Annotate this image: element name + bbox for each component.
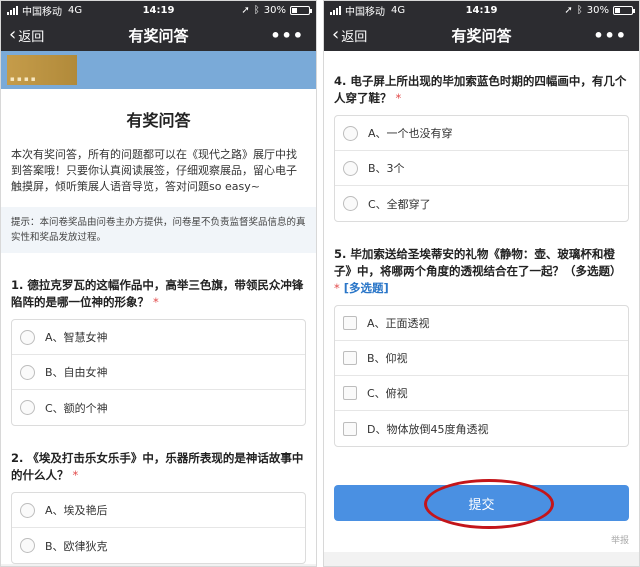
battery-icon bbox=[290, 5, 312, 15]
question-1-title: 1. 德拉克罗瓦的这幅作品中，高举三色旗，带领民众冲锋陷阵的是哪一位神的形象？ … bbox=[11, 253, 306, 319]
header-banner: ▪ ▪ ▪ ▪ bbox=[1, 51, 316, 89]
nav-bar: ‹ 返回 有奖问答 ••• bbox=[324, 19, 639, 51]
more-menu-button[interactable]: ••• bbox=[593, 26, 639, 45]
q4-option-b[interactable]: B、3个 bbox=[335, 151, 628, 186]
battery-percent: 30% bbox=[263, 4, 286, 16]
status-bar: 中国移动 4G 14:19 ➚ ᛒ 30% bbox=[324, 1, 639, 19]
q4-option-c[interactable]: C、全都穿了 bbox=[335, 186, 628, 221]
question-2-title: 2. 《埃及打击乐女乐手》中，乐器所表现的是神话故事中的什么人？ * bbox=[11, 426, 306, 492]
q5-option-d[interactable]: D、物体放倒45度角透视 bbox=[335, 411, 628, 446]
option-label: C、俯视 bbox=[367, 387, 408, 400]
option-label: C、全都穿了 bbox=[368, 197, 431, 211]
q5-option-a[interactable]: A、正面透视 bbox=[335, 306, 628, 341]
submit-button[interactable]: 提交 bbox=[334, 485, 629, 521]
nav-bar: ‹ 返回 有奖问答 ••• bbox=[1, 19, 316, 51]
multi-select-tag: [多选题] bbox=[343, 281, 389, 295]
notice-text: 本问卷奖品由问卷主办方提供，问卷星不负责监督奖品信息的真实性和奖品发放过程。 bbox=[11, 217, 306, 243]
question-4-title: 4. 电子屏上所出现的毕加索蓝色时期的四幅画中，有几个人穿了鞋？ * bbox=[334, 51, 629, 115]
back-label: 返回 bbox=[18, 29, 45, 45]
q2-option-b[interactable]: B、欧律狄克 bbox=[12, 528, 305, 563]
question-5-text: 5. 毕加索送给圣埃蒂安的礼物《静物：壶、玻璃杯和橙子》中，将哪两个角度的透视结… bbox=[334, 247, 622, 278]
intro-text: 本次有奖问答，所有的问题都可以在《现代之路》展厅中找到答案哦！只要你认真阅读展签… bbox=[11, 148, 297, 193]
back-label: 返回 bbox=[341, 29, 368, 45]
location-icon: ➚ bbox=[241, 4, 250, 16]
q1-option-a[interactable]: A、智慧女神 bbox=[12, 320, 305, 355]
chevron-left-icon: ‹ bbox=[332, 24, 340, 45]
option-label: C、额的个神 bbox=[45, 401, 108, 415]
radio-button[interactable] bbox=[20, 329, 35, 345]
checkbox[interactable] bbox=[343, 316, 357, 330]
notice-box: 提示：本问卷奖品由问卷主办方提供，问卷星不负责监督奖品信息的真实性和奖品发放过程… bbox=[1, 207, 316, 253]
question-2-text: 2. 《埃及打击乐女乐手》中，乐器所表现的是神话故事中的什么人？ bbox=[11, 451, 304, 482]
nav-title: 有奖问答 bbox=[451, 26, 512, 45]
status-bar: 中国移动 4G 14:19 ➚ ᛒ 30% bbox=[1, 1, 316, 19]
q2-option-a[interactable]: A、埃及艳后 bbox=[12, 493, 305, 528]
radio-button[interactable] bbox=[343, 160, 358, 176]
q1-option-c[interactable]: C、额的个神 bbox=[12, 390, 305, 425]
question-5-options: A、正面透视 B、仰视 C、俯视 D、物体放倒45度角透视 bbox=[334, 305, 629, 447]
battery-percent: 30% bbox=[586, 4, 609, 16]
left-screen: 中国移动 4G 14:19 ➚ ᛒ 30% ‹ 返回 有奖问答 ••• ▪ ▪ … bbox=[0, 0, 317, 567]
survey-content: 4. 电子屏上所出现的毕加索蓝色时期的四幅画中，有几个人穿了鞋？ * A、一个也… bbox=[324, 51, 639, 552]
question-4-options: A、一个也没有穿 B、3个 C、全都穿了 bbox=[334, 115, 629, 222]
back-button[interactable]: ‹ 返回 bbox=[324, 26, 367, 45]
option-label: A、一个也没有穿 bbox=[368, 127, 453, 140]
more-menu-button[interactable]: ••• bbox=[270, 26, 316, 45]
q4-option-a[interactable]: A、一个也没有穿 bbox=[335, 116, 628, 151]
radio-button[interactable] bbox=[20, 502, 35, 518]
option-label: A、正面透视 bbox=[367, 317, 430, 330]
required-mark: * bbox=[72, 468, 79, 482]
notice-label: 提示： bbox=[11, 217, 40, 228]
option-label: A、埃及艳后 bbox=[45, 504, 108, 517]
option-label: B、仰视 bbox=[367, 352, 408, 365]
bluetooth-icon: ᛒ bbox=[253, 4, 260, 16]
museum-logo: ▪ ▪ ▪ ▪ bbox=[7, 55, 77, 85]
radio-button[interactable] bbox=[20, 364, 35, 380]
q5-option-c[interactable]: C、俯视 bbox=[335, 376, 628, 411]
page-title: 有奖问答 bbox=[126, 111, 191, 130]
radio-button[interactable] bbox=[343, 125, 358, 141]
q5-option-b[interactable]: B、仰视 bbox=[335, 341, 628, 376]
checkbox[interactable] bbox=[343, 386, 357, 400]
chevron-left-icon: ‹ bbox=[9, 24, 17, 45]
survey-content: 有奖问答 本次有奖问答，所有的问题都可以在《现代之路》展厅中找到答案哦！只要你认… bbox=[1, 89, 316, 564]
radio-button[interactable] bbox=[20, 538, 35, 553]
checkbox[interactable] bbox=[343, 351, 357, 365]
nav-title: 有奖问答 bbox=[128, 26, 189, 45]
battery-icon bbox=[613, 5, 635, 15]
question-2-options: A、埃及艳后 B、欧律狄克 bbox=[11, 492, 306, 564]
question-4-text: 4. 电子屏上所出现的毕加索蓝色时期的四幅画中，有几个人穿了鞋？ bbox=[334, 74, 627, 105]
back-button[interactable]: ‹ 返回 bbox=[1, 26, 44, 45]
option-label: D、物体放倒45度角透视 bbox=[367, 422, 489, 436]
option-label: B、欧律狄克 bbox=[45, 539, 108, 553]
question-1-options: A、智慧女神 B、自由女神 C、额的个神 bbox=[11, 319, 306, 426]
report-link[interactable]: 举报 bbox=[334, 521, 629, 552]
option-label: B、3个 bbox=[368, 162, 405, 175]
required-mark: * bbox=[334, 281, 340, 295]
required-mark: * bbox=[153, 295, 159, 309]
q1-option-b[interactable]: B、自由女神 bbox=[12, 355, 305, 390]
option-label: B、自由女神 bbox=[45, 366, 108, 379]
radio-button[interactable] bbox=[343, 196, 358, 211]
required-mark: * bbox=[395, 91, 402, 105]
right-screen: 中国移动 4G 14:19 ➚ ᛒ 30% ‹ 返回 有奖问答 ••• 4. 电… bbox=[323, 0, 640, 567]
option-label: A、智慧女神 bbox=[45, 331, 108, 344]
location-icon: ➚ bbox=[564, 4, 573, 16]
checkbox[interactable] bbox=[343, 421, 357, 436]
radio-button[interactable] bbox=[20, 400, 35, 415]
submit-area: 提交 bbox=[334, 447, 629, 529]
question-5-title: 5. 毕加索送给圣埃蒂安的礼物《静物：壶、玻璃杯和橙子》中，将哪两个角度的透视结… bbox=[334, 222, 629, 305]
bluetooth-icon: ᛒ bbox=[576, 4, 583, 16]
